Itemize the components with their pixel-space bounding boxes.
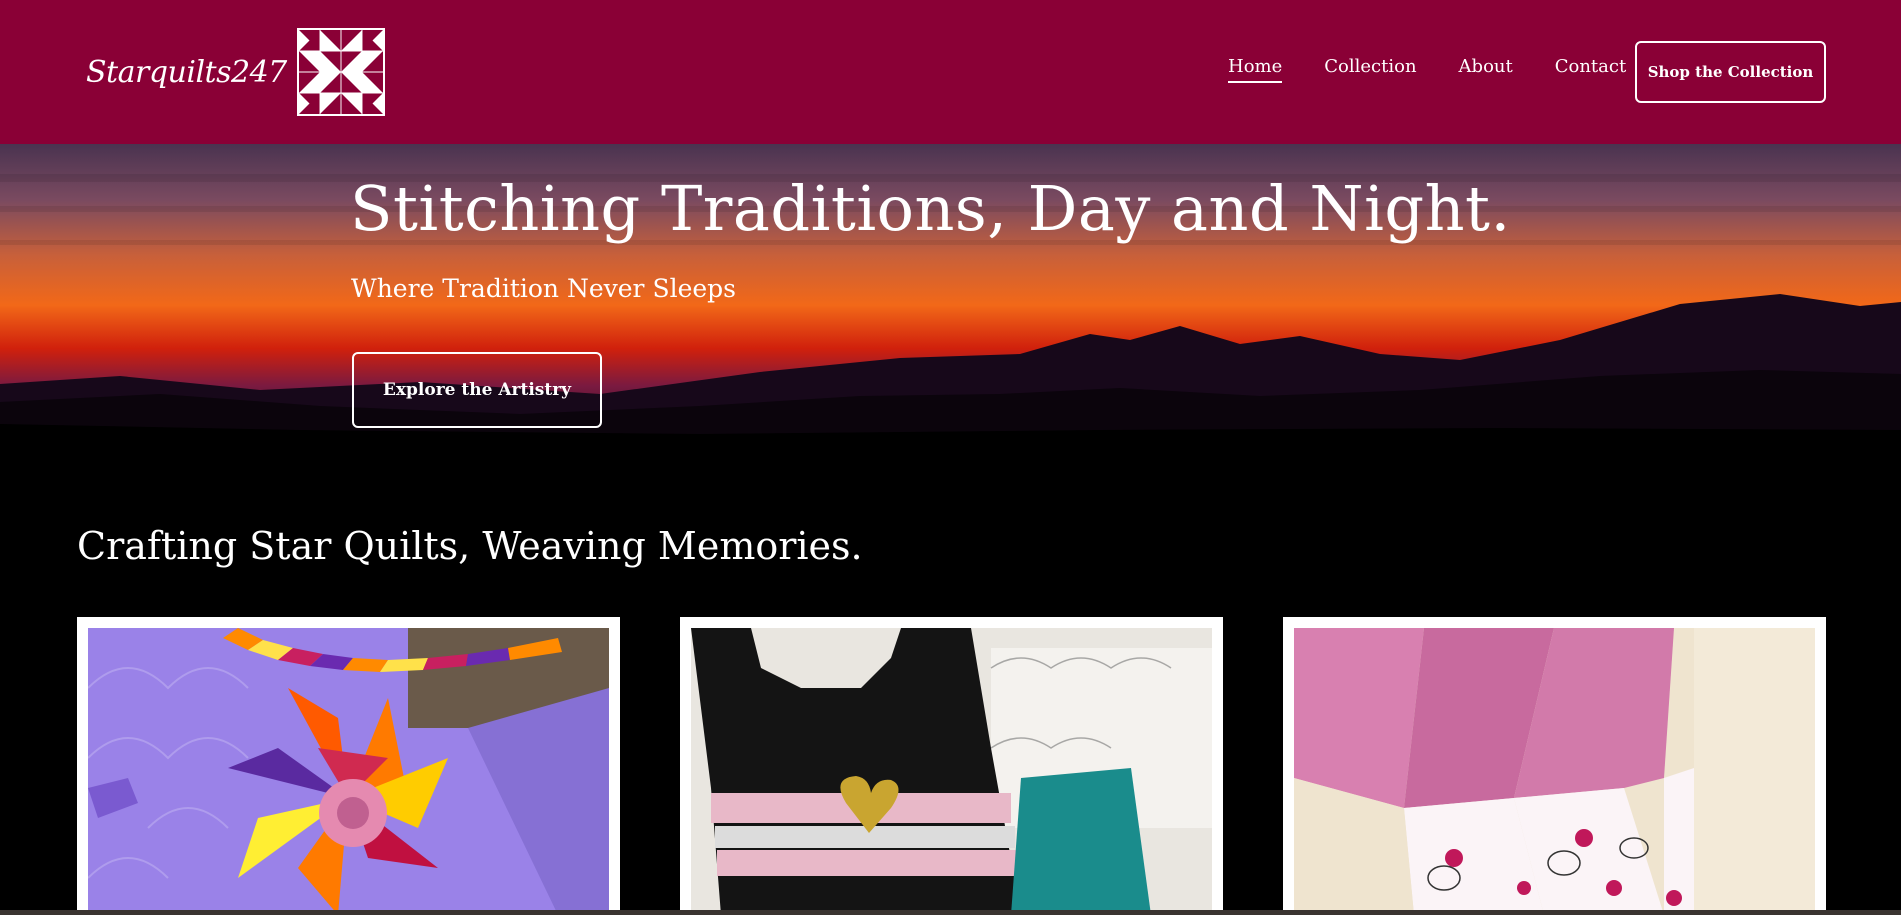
- quilt-card[interactable]: [1283, 617, 1826, 915]
- hero-banner: Stitching Traditions, Day and Night. Whe…: [0, 144, 1901, 454]
- hello-kitty-quilt-image: [1294, 628, 1815, 915]
- site-header: Starquilts247 Home Collection About Cont…: [0, 0, 1901, 144]
- shop-collection-button[interactable]: Shop the Collection: [1635, 41, 1826, 103]
- quilt-card[interactable]: [77, 617, 620, 915]
- hero-title: Stitching Traditions, Day and Night.: [350, 172, 1511, 245]
- nav-contact[interactable]: Contact: [1555, 56, 1626, 83]
- section-title: Crafting Star Quilts, Weaving Memories.: [77, 524, 863, 568]
- explore-artistry-button[interactable]: Explore the Artistry: [352, 352, 602, 428]
- quilt-card[interactable]: [680, 617, 1223, 915]
- nav-home[interactable]: Home: [1228, 56, 1283, 83]
- logo-text: Starquilts247: [86, 54, 287, 90]
- bottom-edge: [0, 910, 1901, 915]
- black-shirt-applique-image: [691, 628, 1212, 915]
- quilt-block-icon: [296, 28, 385, 116]
- hero-subtitle: Where Tradition Never Sleeps: [351, 274, 736, 303]
- purple-star-quilt-image: [88, 628, 609, 915]
- nav-collection[interactable]: Collection: [1324, 56, 1416, 83]
- site-logo[interactable]: Starquilts247: [86, 28, 385, 116]
- nav-about[interactable]: About: [1459, 56, 1513, 83]
- main-nav: Home Collection About Contact: [1228, 56, 1626, 83]
